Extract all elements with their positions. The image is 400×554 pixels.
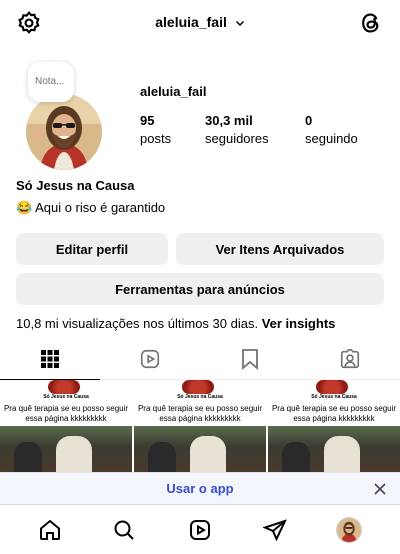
insights-line: 10,8 mi visualizações nos últimos 30 dia… <box>16 316 335 331</box>
close-icon[interactable] <box>372 481 388 497</box>
top-bar: aleluia_fail <box>0 0 400 46</box>
post-logo <box>48 380 80 394</box>
stat-posts-value: 95 <box>140 113 155 128</box>
stat-following-label: seguindo <box>305 131 358 146</box>
nav-home[interactable] <box>37 517 63 543</box>
threads-icon[interactable] <box>358 10 384 36</box>
saved-icon <box>242 349 258 370</box>
profile-tabs <box>0 340 400 380</box>
post-caption: Pra quê terapia se eu posso seguir essa … <box>3 404 129 423</box>
nav-direct[interactable] <box>262 517 288 543</box>
post-thumbnail[interactable]: Só Jesus na Causa Pra quê terapia se eu … <box>0 380 132 472</box>
reels-icon <box>140 349 160 369</box>
post-logo <box>316 380 348 394</box>
profile-full-name: Só Jesus na Causa <box>16 178 135 193</box>
nav-profile-avatar[interactable] <box>336 517 362 543</box>
edit-profile-button[interactable]: Editar perfil <box>16 233 168 265</box>
note-label: Nota... <box>35 76 65 87</box>
tab-posts-grid[interactable] <box>0 340 100 380</box>
grid-icon <box>41 350 59 368</box>
stat-posts[interactable]: 95 posts <box>140 112 171 148</box>
tagged-icon <box>340 349 360 369</box>
stat-posts-label: posts <box>140 131 172 146</box>
post-caption-title: Só Jesus na Causa <box>43 394 89 400</box>
profile-handle: aleluia_fail <box>140 84 207 99</box>
tab-saved[interactable] <box>200 340 300 378</box>
note-bubble[interactable]: Nota... <box>28 62 74 102</box>
insights-text: 10,8 mi visualizações nos últimos 30 dia… <box>16 316 259 331</box>
chevron-down-icon <box>235 21 244 27</box>
insights-link[interactable]: Ver insights <box>262 316 336 331</box>
header-username: aleluia_fail <box>155 14 227 30</box>
profile-avatar[interactable] <box>26 94 102 170</box>
post-photo <box>268 426 400 472</box>
stat-followers-value: 30,3 mil <box>205 113 253 128</box>
account-switcher[interactable]: aleluia_fail <box>0 14 400 30</box>
ad-tools-button[interactable]: Ferramentas para anúncios <box>16 273 384 305</box>
direct-icon <box>263 519 287 542</box>
tab-tagged[interactable] <box>300 340 400 378</box>
search-icon <box>114 520 134 540</box>
post-caption: Pra quê terapia se eu posso seguir essa … <box>271 404 397 423</box>
post-caption-title: Só Jesus na Causa <box>177 394 223 400</box>
stat-following-value: 0 <box>305 113 313 128</box>
post-grid: Só Jesus na Causa Pra quê terapia se eu … <box>0 380 400 472</box>
archived-items-button[interactable]: Ver Itens Arquivados <box>176 233 384 265</box>
use-app-banner: Usar o app <box>0 472 400 504</box>
use-app-link[interactable]: Usar o app <box>0 481 400 496</box>
post-logo <box>182 380 214 394</box>
stat-followers[interactable]: 30,3 mil seguidores <box>205 112 269 148</box>
post-photo <box>134 426 266 472</box>
post-photo <box>0 426 132 472</box>
post-thumbnail[interactable]: Só Jesus na Causa Pra quê terapia se eu … <box>268 380 400 472</box>
stat-followers-label: seguidores <box>205 131 269 146</box>
tab-reels[interactable] <box>100 340 200 378</box>
profile-bio: 😂 Aqui o riso é garantido <box>16 200 166 215</box>
stat-following[interactable]: 0 seguindo <box>305 112 358 148</box>
avatar-area: Nota... <box>24 62 120 170</box>
nav-search[interactable] <box>111 517 137 543</box>
reels-icon <box>190 520 210 540</box>
post-caption-title: Só Jesus na Causa <box>311 394 357 400</box>
post-caption: Pra quê terapia se eu posso seguir essa … <box>137 404 263 423</box>
bottom-nav <box>0 504 400 554</box>
home-icon <box>40 519 60 540</box>
nav-reels[interactable] <box>187 517 213 543</box>
post-thumbnail[interactable]: Só Jesus na Causa Pra quê terapia se eu … <box>134 380 266 472</box>
